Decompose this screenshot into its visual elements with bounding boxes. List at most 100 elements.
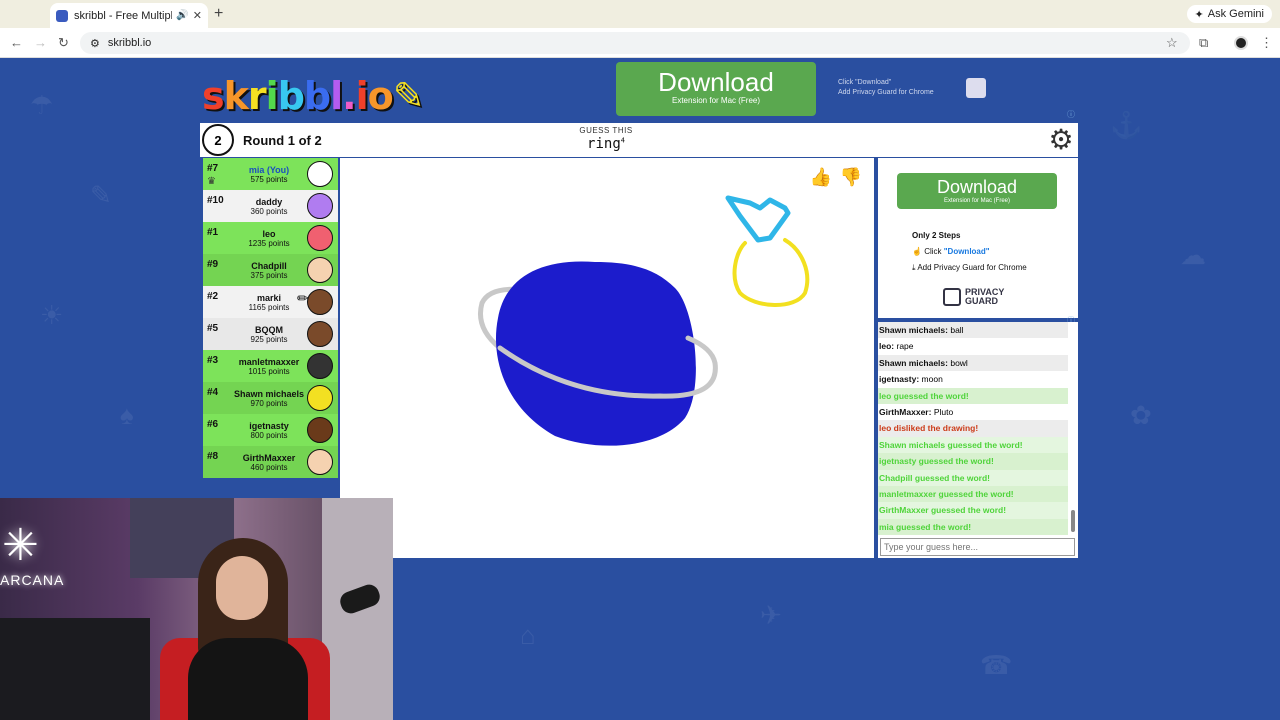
timer-value: 2 [214,132,222,148]
steps-title: Only 2 Steps [912,231,961,240]
chat-message: igetnasty: moon [878,371,1068,387]
player-rank: #2 [207,291,219,302]
guess-input[interactable] [880,538,1075,556]
ask-gemini-label: Ask Gemini [1207,8,1264,20]
player-name: manletmaxxer [238,357,300,367]
ask-gemini-button[interactable]: ✦ Ask Gemini [1186,5,1272,23]
chat-text: mia guessed the word! [879,521,972,532]
step-1-link[interactable]: "Download" [944,247,990,256]
player-rank: #6 [207,419,219,430]
tab-search-icon[interactable]: ⧉ [1199,35,1208,51]
player-avatar [307,257,333,283]
settings-gear-icon[interactable]: ⚙ [1046,124,1076,155]
player-row[interactable]: #4 Shawn michaels 970 points [203,382,338,414]
privacy-guard-brand[interactable]: PRIVACY GUARD [943,288,1004,306]
player-points: 360 points [250,207,288,216]
chat-message: GirthMaxxer guessed the word! [878,502,1068,519]
doodle-icon: ✈ [760,600,782,630]
doodle-icon: ⌂ [520,620,536,650]
chat-message: Shawn michaels: bowl [878,354,1068,372]
player-name: igetnasty [249,421,289,431]
ad-info-icon[interactable]: ⓘ [1067,109,1075,120]
chat-user: Shawn michaels [879,357,946,368]
player-name: BQQM [255,325,283,335]
url-field[interactable]: ⚙ skribbl.io [80,32,1190,54]
player-points: 375 points [250,271,288,280]
chat-text: GirthMaxxer guessed the word! [879,505,1007,516]
new-tab-icon[interactable]: + [214,5,223,23]
player-name: leo [262,229,276,239]
player-row[interactable]: #6 igetnasty 800 points [203,414,338,446]
doodle-icon: ♠ [120,400,134,430]
player-rank: #4 [207,387,219,398]
player-row[interactable]: #5 BQQM 925 points [203,318,338,350]
chat-message: manletmaxxer guessed the word! [878,485,1068,503]
player-row[interactable]: #1 leo 1235 points [203,222,338,254]
player-row[interactable]: #2 marki 1165 points ✏ [203,286,338,318]
drawing-svg [478,195,810,446]
back-icon[interactable]: ← [10,35,23,50]
reload-icon[interactable]: ↻ [58,35,69,51]
chat-text: leo disliked the drawing! [879,423,979,434]
thumbs-up-icon[interactable]: 👍 [808,164,834,190]
webcam-couch [0,618,150,720]
chat-scrollbar[interactable] [1068,322,1078,536]
chat-message: leo disliked the drawing! [878,420,1068,437]
chat-message: leo: rape [878,338,1068,354]
side-download-subtitle: Extension for Mac (Free) [943,198,1011,204]
chat-text: Shawn michaels guessed the word! [879,439,1023,450]
chat-message: Chadpill guessed the word! [878,469,1068,486]
click-icon: ☝ [912,247,925,256]
site-info-icon[interactable]: ⚙ [90,37,100,50]
player-points: 1235 points [248,239,290,248]
browser-menu-icon[interactable]: ⋮ [1260,35,1273,51]
player-row[interactable]: #3 manletmaxxer 1015 points [203,350,338,382]
player-name: GirthMaxxer [242,453,296,463]
player-row[interactable]: #8 GirthMaxxer 460 points [203,446,338,478]
player-avatar [307,385,333,411]
player-row[interactable]: #10 daddy 360 points [203,190,338,222]
bookmark-star-icon[interactable]: ☆ [1166,35,1178,51]
forward-icon[interactable]: → [34,35,47,50]
word-text: ring [587,136,621,152]
ad-step-2: Add Privacy Guard for Chrome [838,89,934,96]
chat-message: Shawn michaels guessed the word! [878,436,1068,454]
streamer [188,538,308,720]
download-banner-button[interactable]: Download Extension for Mac (Free) [616,62,816,116]
streamer-body [188,638,308,720]
streamer-face [216,556,268,620]
chat-user: igetnasty [879,374,917,385]
player-avatar [307,321,333,347]
timer-clock-icon: 2 [202,124,234,156]
drawing-canvas[interactable] [340,158,874,558]
player-avatar [307,193,333,219]
profile-avatar[interactable] [1234,36,1248,50]
chat-text: Chadpill guessed the word! [879,472,990,483]
player-row[interactable]: #9 Chadpill 375 points [203,254,338,286]
rating-buttons: 👍 👎 [808,164,864,190]
chat-scroll-thumb[interactable] [1071,510,1075,532]
chat-text: leo guessed the word! [879,390,969,401]
browser-tab[interactable]: skribbl - Free Multiplayer 🔊 ✕ [50,3,208,28]
doodle-icon: ✿ [1130,400,1152,430]
chat-message: igetnasty guessed the word! [878,453,1068,470]
audio-icon[interactable]: 🔊 [176,10,188,21]
download-subtitle: Extension for Mac (Free) [671,96,761,105]
chat-message: Shawn michaels: ball [878,322,1068,339]
address-bar-row: ← → ↻ ⚙ skribbl.io ☆ ⧉ ⋮ [0,28,1280,58]
player-row[interactable]: #7 ♛ mia (You) 575 points [203,158,338,190]
doodle-icon: ☁ [1180,240,1206,270]
skribbl-logo[interactable]: skribbl.io✎ [202,74,425,118]
tab-title: skribbl - Free Multiplayer [74,9,172,22]
player-rank: #5 [207,323,219,334]
chat-text: igetnasty guessed the word! [879,456,994,467]
player-avatar [307,417,333,443]
player-rank: #7 [207,163,219,174]
thumbs-down-icon[interactable]: 👎 [838,164,864,190]
word-hint: ring4 [570,136,642,152]
chat-user: GirthMaxxer [879,406,929,417]
close-tab-icon[interactable]: ✕ [193,9,202,22]
chat-text: moon [921,374,943,385]
side-download-button[interactable]: Download Extension for Mac (Free) [897,173,1057,209]
player-points: 800 points [250,431,288,440]
